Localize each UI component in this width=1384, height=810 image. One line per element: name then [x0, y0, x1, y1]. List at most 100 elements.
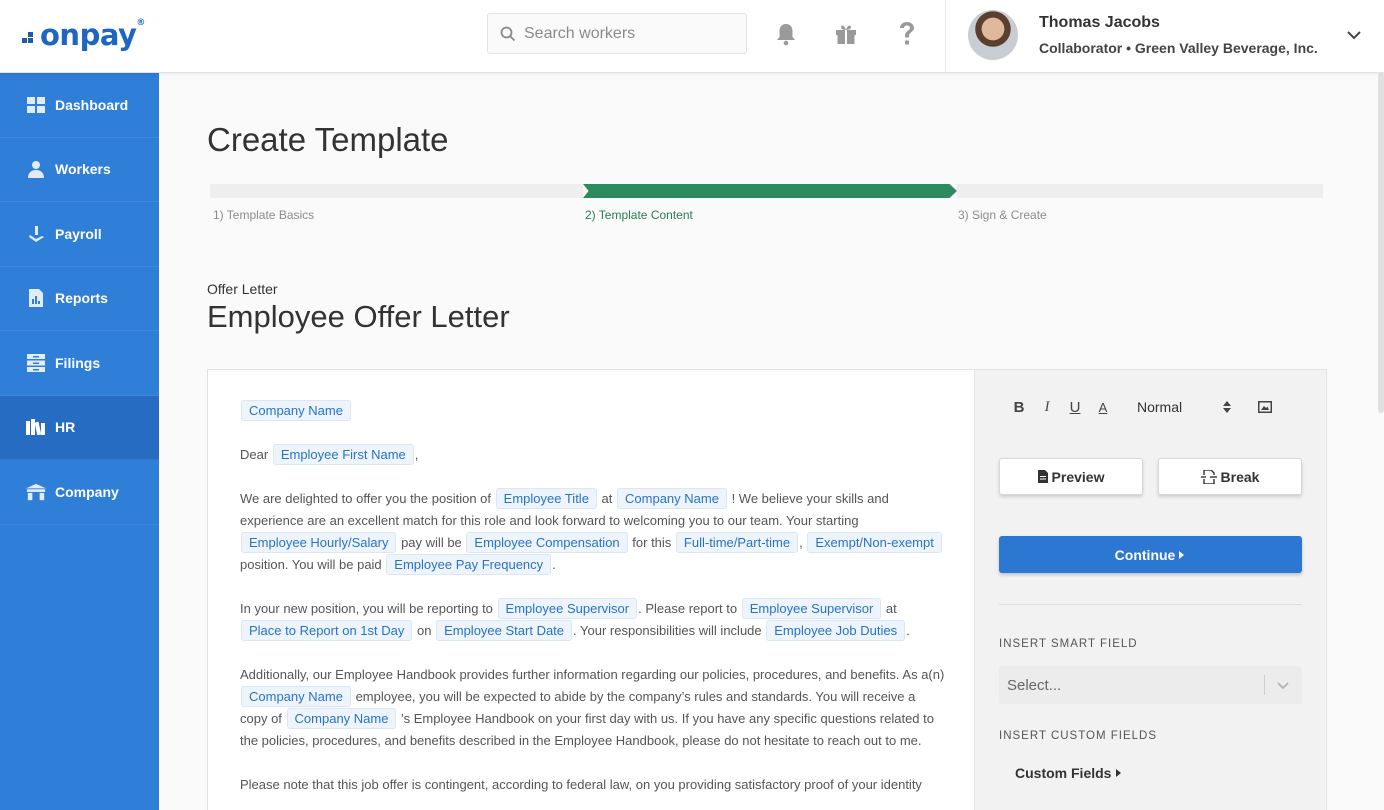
- sidebar-item-label: Dashboard: [55, 96, 129, 113]
- step-3-bar: [957, 184, 1323, 198]
- text-format-select[interactable]: Normal: [1137, 399, 1237, 415]
- panel-divider: [999, 604, 1302, 605]
- template-editor: Company Name Dear Employee First Name, W…: [207, 369, 1327, 810]
- letter-text: at: [885, 601, 897, 616]
- smart-field-chip[interactable]: Employee Supervisor: [497, 598, 638, 619]
- smart-field-chip[interactable]: Employee Pay Frequency: [386, 554, 552, 575]
- continue-button[interactable]: Continue: [999, 536, 1302, 573]
- sidebar-nav: Dashboard Workers Payroll Reports Filing…: [0, 73, 159, 810]
- bold-button[interactable]: B: [1005, 396, 1033, 418]
- sidebar-item-payroll[interactable]: Payroll: [0, 202, 159, 267]
- smart-field-chip[interactable]: Company Name: [241, 686, 351, 707]
- step-3-label[interactable]: 3) Sign & Create: [958, 208, 1047, 222]
- select-placeholder: Select...: [1007, 676, 1062, 694]
- smart-field-chip[interactable]: Employee Supervisor: [741, 598, 882, 619]
- progress-steps: [210, 184, 1323, 198]
- workers-icon: [26, 159, 46, 179]
- sidebar-item-reports[interactable]: Reports: [0, 267, 159, 331]
- step-1-label[interactable]: 1) Template Basics: [213, 208, 314, 222]
- custom-fields-label: Custom Fields: [1015, 765, 1112, 781]
- letter-text: In your new position, you will be report…: [240, 601, 493, 616]
- letter-text: Additionally, our Employee Handbook prov…: [240, 667, 945, 682]
- dashboard-icon: [26, 95, 46, 115]
- editor-side-panel: B I U A Normal Preview Break Continue IN…: [974, 370, 1326, 810]
- letter-text: on: [416, 623, 432, 638]
- user-avatar[interactable]: [968, 10, 1018, 60]
- text-color-button[interactable]: A: [1089, 396, 1117, 418]
- italic-button[interactable]: I: [1033, 396, 1061, 418]
- notifications-bell-icon[interactable]: [773, 20, 799, 48]
- sidebar-item-hr[interactable]: HR: [0, 395, 159, 460]
- smart-field-chip[interactable]: Employee Title: [495, 488, 597, 509]
- sidebar-item-label: Payroll: [55, 225, 102, 242]
- document-title: Employee Offer Letter: [207, 299, 510, 334]
- letter-body[interactable]: Company Name Dear Employee First Name, W…: [240, 400, 945, 810]
- step-2-bar-active: [583, 184, 957, 198]
- company-icon: [26, 482, 46, 502]
- preview-label: Preview: [1051, 468, 1105, 485]
- letter-text: .: [552, 557, 556, 572]
- sidebar-item-label: Workers: [55, 161, 111, 178]
- reports-icon: [26, 288, 46, 308]
- break-button[interactable]: Break: [1158, 458, 1302, 495]
- letter-text: Please note that this job offer is conti…: [240, 777, 922, 792]
- chevron-down-icon[interactable]: [1344, 25, 1364, 45]
- hr-icon: [26, 417, 46, 437]
- insert-custom-fields-label: INSERT CUSTOM FIELDS: [999, 730, 1158, 742]
- search-input[interactable]: [524, 24, 734, 43]
- page-scrollbar[interactable]: [1378, 73, 1384, 413]
- sidebar-item-label: Reports: [55, 290, 108, 307]
- smart-field-chip[interactable]: Employee Hourly/Salary: [241, 532, 397, 553]
- help-question-icon[interactable]: [894, 20, 920, 48]
- smart-field-chip[interactable]: Full-time/Part-time: [675, 532, 799, 553]
- underline-button[interactable]: U: [1061, 396, 1089, 418]
- smart-field-select[interactable]: Select...: [999, 666, 1302, 704]
- letter-text: .: [906, 623, 910, 638]
- smart-field-chip[interactable]: Place to Report on 1st Day: [241, 620, 413, 641]
- smart-field-chip[interactable]: Company Name: [286, 708, 397, 729]
- sidebar-item-workers[interactable]: Workers: [0, 138, 159, 202]
- letter-text: . Your responsibilities will include: [573, 623, 762, 638]
- logo-mark-icon: [22, 27, 38, 43]
- page-title: Create Template: [207, 121, 449, 158]
- step-2-label[interactable]: 2) Template Content: [585, 208, 693, 222]
- continue-label: Continue: [1114, 546, 1176, 563]
- caret-right-icon: [1116, 769, 1122, 777]
- letter-text: Dear: [240, 447, 269, 462]
- document-icon: [1037, 470, 1048, 483]
- custom-fields-toggle[interactable]: Custom Fields: [1015, 765, 1123, 781]
- preview-button[interactable]: Preview: [999, 458, 1143, 495]
- text-format-value: Normal: [1137, 399, 1183, 415]
- sidebar-item-company[interactable]: Company: [0, 460, 159, 525]
- smart-field-chip[interactable]: Employee First Name: [272, 444, 414, 465]
- letter-text: position. You will be paid: [240, 557, 382, 572]
- letter-text: . Please report to: [638, 601, 738, 616]
- filings-icon: [26, 353, 46, 373]
- search-icon: [500, 26, 516, 41]
- logo-text: onpay: [40, 18, 137, 52]
- sidebar-item-filings[interactable]: Filings: [0, 331, 159, 396]
- insert-image-icon[interactable]: [1251, 396, 1279, 418]
- search-box[interactable]: [487, 13, 747, 54]
- gift-icon[interactable]: [833, 20, 859, 48]
- user-role: Collaborator • Green Valley Beverage, In…: [1039, 40, 1318, 56]
- smart-field-chip[interactable]: Exempt/Non-exempt: [807, 532, 942, 553]
- letter-text: ,: [799, 535, 803, 550]
- sidebar-item-label: Filings: [55, 354, 101, 371]
- onpay-logo[interactable]: onpay®: [22, 18, 145, 52]
- format-toolbar: B I U A Normal: [1005, 396, 1279, 418]
- smart-field-chip[interactable]: Employee Compensation: [466, 532, 628, 553]
- updown-caret-icon: [1223, 401, 1231, 413]
- sidebar-item-label: HR: [55, 419, 76, 436]
- smart-field-chip[interactable]: Employee Start Date: [436, 620, 573, 641]
- payroll-icon: [26, 224, 46, 244]
- main-content: Create Template 1) Template Basics 2) Te…: [159, 73, 1384, 810]
- smart-field-chip[interactable]: Company Name: [241, 400, 351, 421]
- letter-text: for this: [632, 535, 672, 550]
- user-name[interactable]: Thomas Jacobs: [1039, 14, 1160, 32]
- caret-right-icon: [1179, 550, 1185, 559]
- sidebar-item-dashboard[interactable]: Dashboard: [0, 73, 159, 138]
- smart-field-chip[interactable]: Employee Job Duties: [766, 620, 906, 641]
- document-type: Offer Letter: [207, 281, 278, 297]
- smart-field-chip[interactable]: Company Name: [617, 488, 727, 509]
